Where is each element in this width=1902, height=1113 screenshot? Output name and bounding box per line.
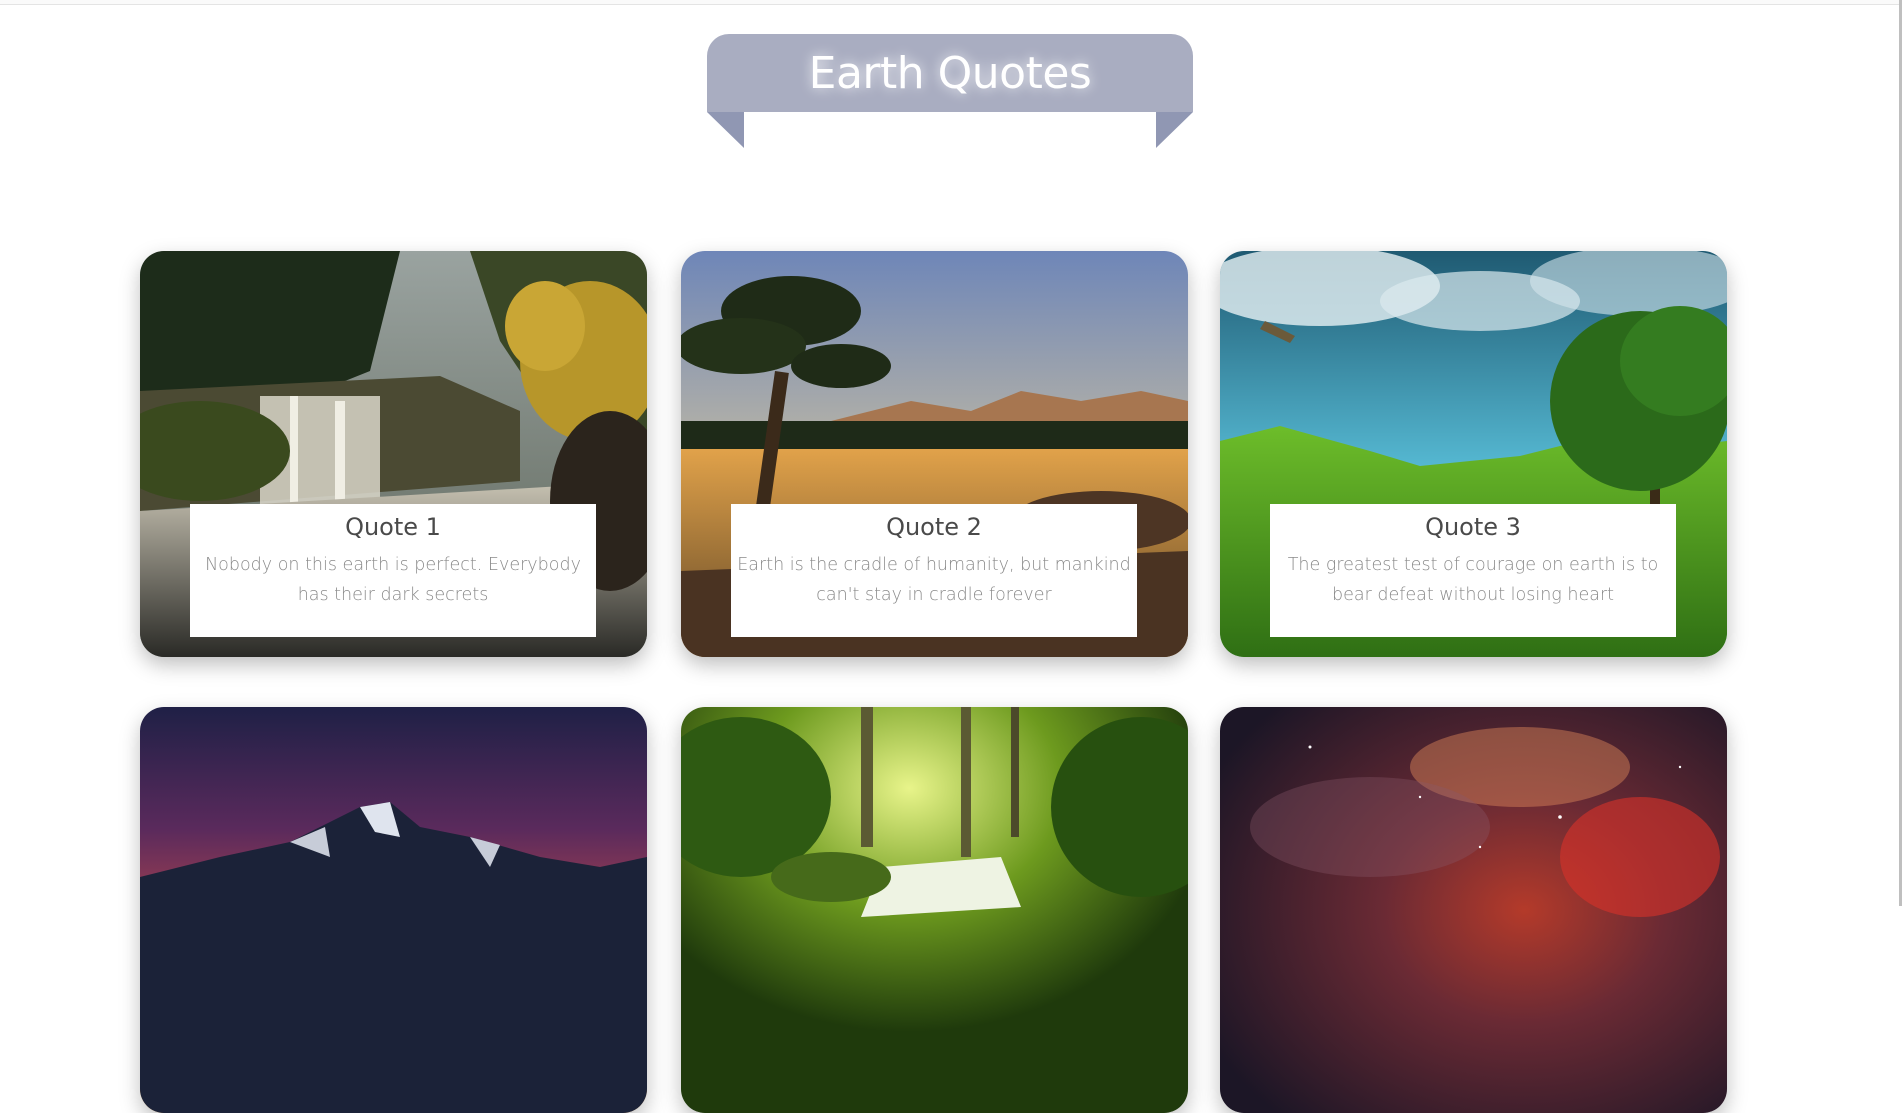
quote-caption: Quote 2 Earth is the cradle of humanity,… — [731, 504, 1137, 637]
quote-caption: Quote 3 The greatest test of courage on … — [1270, 504, 1676, 637]
mountain-sunset-image — [140, 707, 647, 1113]
quote-card-1[interactable]: Quote 1 Nobody on this earth is perfect.… — [140, 251, 647, 657]
quote-text: The greatest test of courage on earth is… — [1287, 555, 1659, 605]
quote-card-5[interactable] — [681, 707, 1188, 1113]
forest-stream-image — [681, 707, 1188, 1113]
quote-text: Earth is the cradle of humanity, but man… — [737, 555, 1131, 605]
quote-text: Nobody on this earth is perfect. Everybo… — [205, 555, 581, 605]
quote-card-3[interactable]: Quote 3 The greatest test of courage on … — [1220, 251, 1727, 657]
red-nebula-image — [1220, 707, 1727, 1113]
quote-title: Quote 1 — [345, 513, 441, 541]
browser-top-edge — [0, 0, 1902, 5]
quote-card-6[interactable] — [1220, 707, 1727, 1113]
quote-card-2[interactable]: Quote 2 Earth is the cradle of humanity,… — [681, 251, 1188, 657]
ribbon-fold-right — [1156, 112, 1193, 148]
quote-card-4[interactable] — [140, 707, 647, 1113]
quote-caption: Quote 1 Nobody on this earth is perfect.… — [190, 504, 596, 637]
ribbon-fold-left — [707, 112, 744, 148]
quote-title: Quote 3 — [1425, 513, 1521, 541]
quote-title: Quote 2 — [886, 513, 982, 541]
title-ribbon: Earth Quotes — [707, 34, 1193, 112]
page-title: Earth Quotes — [808, 47, 1092, 99]
